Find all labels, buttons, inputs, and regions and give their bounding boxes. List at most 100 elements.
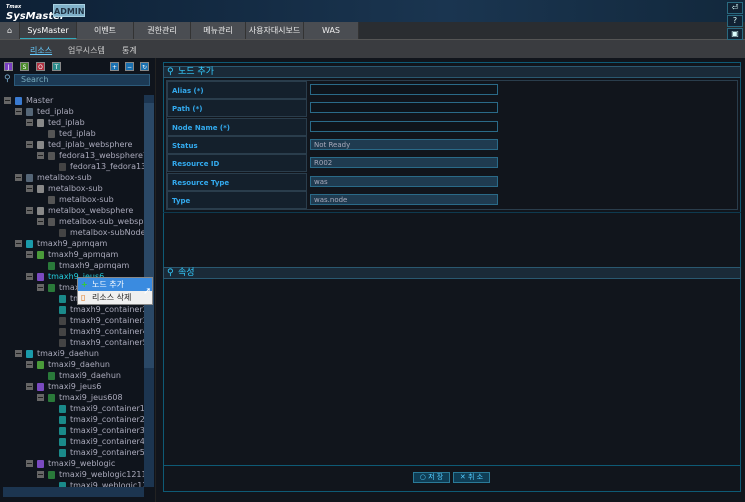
tree-node[interactable]: tmaxi9_container3 <box>0 425 144 436</box>
tree-node[interactable]: tmaxi9_daehun <box>0 370 144 381</box>
tree-node[interactable]: tmaxi9_container2 <box>0 414 144 425</box>
tab-permissions[interactable]: 권한관리 <box>134 22 191 39</box>
save-button[interactable]: ○ 저 장 <box>413 472 450 483</box>
logout-icon[interactable]: ⏎ <box>727 2 743 14</box>
tab-user-dashboard[interactable]: 사용자대시보드 <box>246 22 304 39</box>
tree-node[interactable]: tmaxh9_container5 <box>0 337 144 348</box>
path-field[interactable] <box>310 102 498 114</box>
tree-node-label: fedora13_websphere7 <box>59 151 144 160</box>
monitor-icon[interactable]: ▣ <box>727 28 743 40</box>
tab-menu[interactable]: 메뉴관리 <box>191 22 246 39</box>
tree-node[interactable]: metalbox_websphere <box>0 205 144 216</box>
tree-node[interactable]: tmaxi9_container5 <box>0 447 144 458</box>
tree-node[interactable]: tmaxi9_weblogic1211 <box>0 469 144 480</box>
scroll-thumb[interactable] <box>144 103 154 368</box>
filter-s-icon[interactable]: S <box>20 62 29 71</box>
collapse-toggle-icon[interactable] <box>26 273 33 280</box>
tree-node[interactable]: tmaxi9_container4 <box>0 436 144 447</box>
tree-node[interactable]: metalbox-sub <box>0 183 144 194</box>
tree-node-label: tmaxi9_container3 <box>70 426 144 435</box>
filter-o-icon[interactable]: O <box>36 62 45 71</box>
menu-item-add-node[interactable]: + 노드 추가 <box>78 278 152 291</box>
collapse-toggle-icon[interactable] <box>26 383 33 390</box>
node-name-field[interactable] <box>310 120 498 132</box>
collapse-toggle-icon[interactable] <box>26 361 33 368</box>
tree-node[interactable]: tmaxi9_container1 <box>0 403 144 414</box>
refresh-icon[interactable]: ↻ <box>140 62 149 71</box>
collapse-toggle-icon[interactable] <box>26 207 33 214</box>
divider <box>163 212 741 213</box>
tree-node[interactable]: tmaxi9_jeus6 <box>0 381 144 392</box>
was-icon <box>37 207 44 215</box>
collapse-toggle-icon[interactable] <box>15 174 22 181</box>
tree-node[interactable]: tmaxh9_apmqam <box>0 249 144 260</box>
collapse-toggle-icon[interactable] <box>37 218 44 225</box>
search-icon: ⚲ <box>167 67 174 77</box>
collapse-toggle-icon[interactable] <box>15 350 22 357</box>
tree-node[interactable]: tmaxh9_container4 <box>0 326 144 337</box>
tree-node[interactable]: tmaxh9_container2 <box>0 304 144 315</box>
tree-node[interactable]: tmaxh9_apmqam <box>0 260 144 271</box>
collapse-toggle-icon[interactable] <box>15 240 22 247</box>
home-button[interactable]: ⌂ <box>0 22 20 39</box>
collapse-toggle-icon[interactable] <box>37 284 44 291</box>
tree-node[interactable]: tmaxi9_daehun <box>0 359 144 370</box>
tree-node[interactable]: Master <box>0 95 144 106</box>
cancel-button[interactable]: ✕ 취 소 <box>453 472 490 483</box>
tree-node[interactable]: metalbox-sub <box>0 194 144 205</box>
tree-node-label: ted_iplab <box>59 129 96 138</box>
collapse-toggle-icon[interactable] <box>37 394 44 401</box>
collapse-toggle-icon[interactable] <box>4 97 11 104</box>
collapse-toggle-icon[interactable] <box>37 152 44 159</box>
field-label: Path (*) <box>167 99 307 118</box>
tree-node[interactable]: tmaxi9_jeus608 <box>0 392 144 403</box>
collapse-toggle-icon[interactable] <box>26 141 33 148</box>
tree-node[interactable]: metalbox-subNode01 <box>0 227 144 238</box>
tab-was[interactable]: WAS <box>304 22 359 39</box>
tab-sysmaster[interactable]: SysMaster <box>20 22 77 39</box>
container-icon <box>59 328 66 336</box>
field-label: Status <box>167 135 307 154</box>
tab-events[interactable]: 이벤트 <box>77 22 134 39</box>
filter-j-icon[interactable]: J <box>4 62 13 71</box>
collapse-toggle-icon[interactable] <box>15 108 22 115</box>
tree-node[interactable]: tmaxh9_apmqam <box>0 238 144 249</box>
collapse-toggle-icon[interactable] <box>37 471 44 478</box>
tree-node[interactable]: tmaxi9_daehun <box>0 348 144 359</box>
help-icon[interactable]: ? <box>727 15 743 27</box>
subtab-resources[interactable]: 리소스 <box>30 45 52 56</box>
was-icon <box>37 383 44 391</box>
tree-node[interactable]: ted_iplab <box>0 128 144 139</box>
subtab-business-system[interactable]: 업무시스템 <box>68 45 105 56</box>
tree-node-label: metalbox-subNode01 <box>70 228 144 237</box>
alias-field[interactable] <box>310 84 498 95</box>
tree-node[interactable]: ted_iplab_websphere <box>0 139 144 150</box>
top-bar <box>0 0 745 22</box>
tree-node[interactable]: ted_iplab <box>0 106 144 117</box>
search-icon: ⚲ <box>4 74 11 84</box>
tree-node[interactable]: tmaxi9_weblogic <box>0 458 144 469</box>
search-input[interactable]: Search <box>14 74 150 86</box>
collapse-toggle-icon[interactable] <box>26 251 33 258</box>
tree-node[interactable]: fedora13_websphere7 <box>0 150 144 161</box>
filter-t-icon[interactable]: T <box>52 62 61 71</box>
container-icon <box>59 449 66 457</box>
tree-node[interactable]: ted_iplab <box>0 117 144 128</box>
collapse-toggle-icon[interactable] <box>26 119 33 126</box>
tree-node[interactable]: tmaxh9_container3 <box>0 315 144 326</box>
leaf-icon <box>48 152 55 160</box>
collapse-toggle-icon[interactable] <box>26 185 33 192</box>
tree-node[interactable]: metalbox-sub_websphe <box>0 216 144 227</box>
tree-horizontal-scrollbar[interactable] <box>3 487 144 497</box>
tree-node-label: Master <box>26 96 54 105</box>
menu-item-delete-resource[interactable]: ▯ 리소스 삭제 <box>78 291 152 304</box>
tree-node[interactable]: fedora13_fedora13Node <box>0 161 144 172</box>
expand-all-icon[interactable]: + <box>110 62 119 71</box>
tree-node[interactable]: metalbox-sub <box>0 172 144 183</box>
subtab-statistics[interactable]: 통계 <box>122 45 137 56</box>
container-icon <box>59 317 66 325</box>
search-icon: ⚲ <box>167 268 174 278</box>
add-icon: + <box>81 280 88 289</box>
collapse-toggle-icon[interactable] <box>26 460 33 467</box>
collapse-all-icon[interactable]: − <box>125 62 134 71</box>
